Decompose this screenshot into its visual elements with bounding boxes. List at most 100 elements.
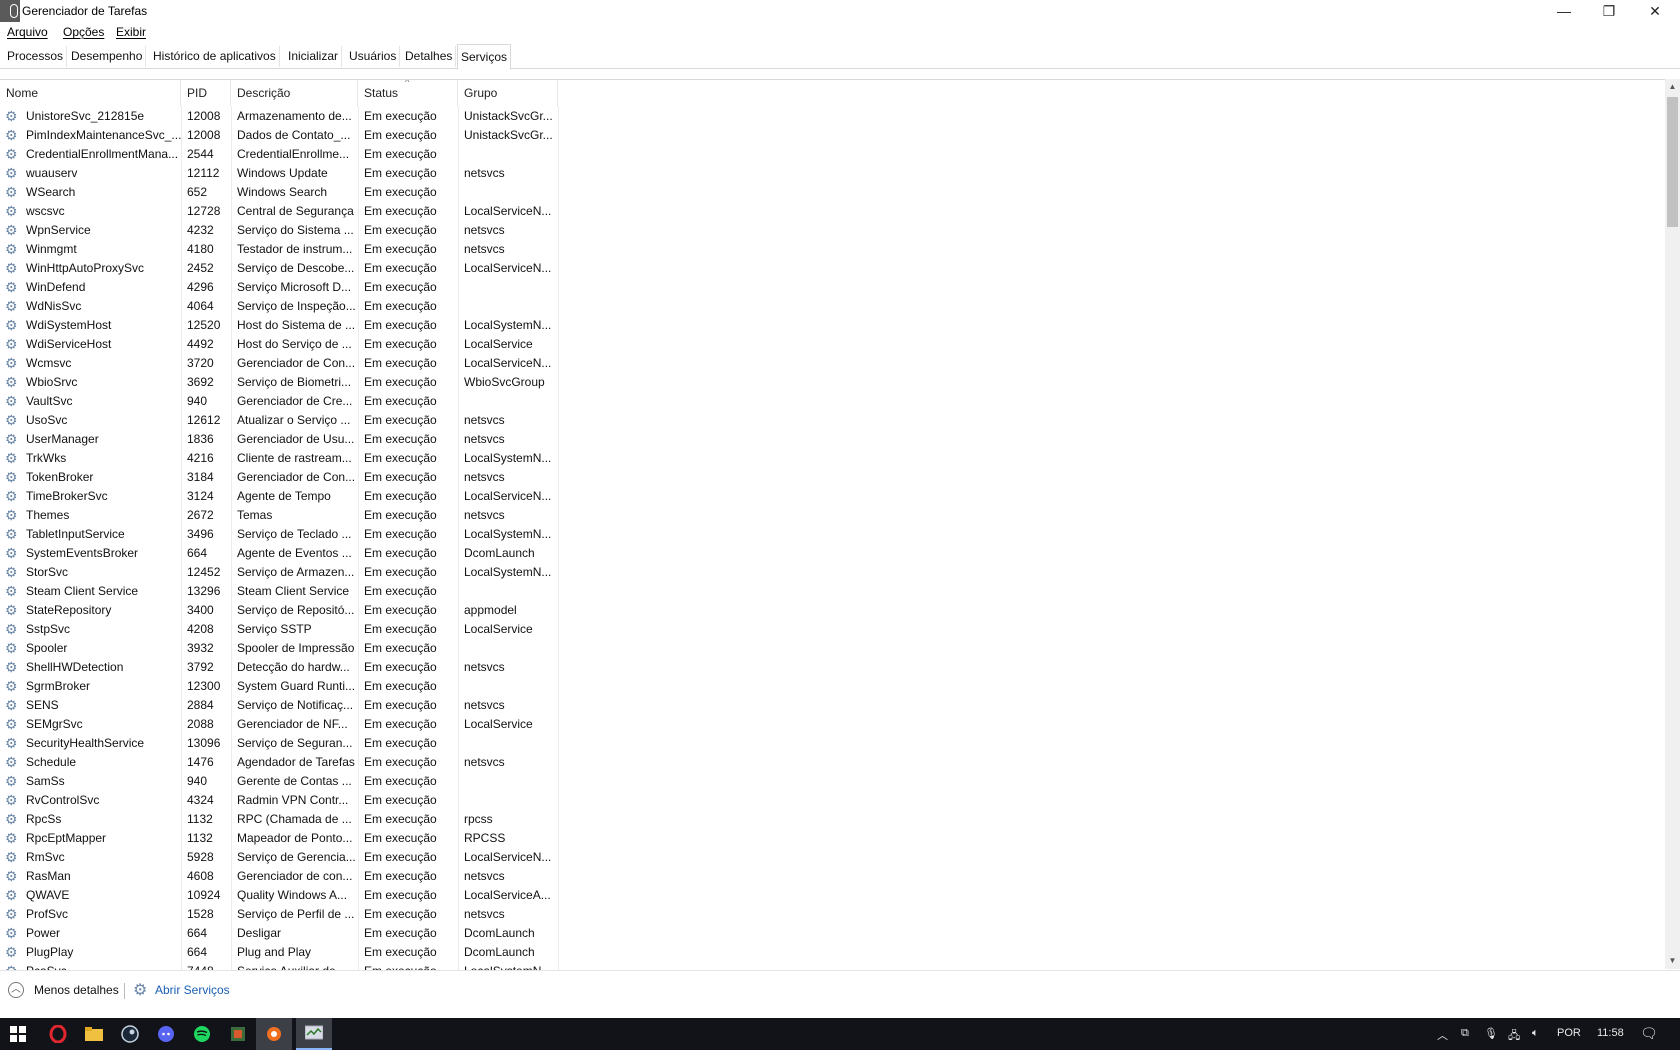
volume-icon[interactable]: 🔈︎ — [1532, 1027, 1539, 1040]
table-row[interactable]: ⚙ VaultSvc 940 Gerenciador de Cre... Em exec… — [0, 392, 1665, 411]
table-row[interactable]: ⚙ TrkWks 4216 Cliente de rastream... Em exec… — [0, 449, 1665, 468]
table-row[interactable]: ⚙ SamSs 940 Gerente de Contas ... Em execuçã… — [0, 772, 1665, 791]
cell-pid: 4324 — [187, 793, 214, 807]
table-row[interactable]: ⚙ TokenBroker 3184 Gerenciador de Con... Em … — [0, 468, 1665, 487]
table-row[interactable]: ⚙ Winmgmt 4180 Testador de instrum... Em exe… — [0, 240, 1665, 259]
table-row[interactable]: ⚙ WinHttpAutoProxySvc 2452 Serviço de Desco… — [0, 259, 1665, 278]
language-indicator[interactable]: POR — [1557, 1027, 1581, 1039]
cell-pid: 1476 — [187, 755, 214, 769]
cell-pid: 940 — [187, 394, 208, 408]
less-details-button[interactable]: Menos detalhes — [34, 983, 119, 997]
task-manager-taskbar-icon[interactable] — [296, 1018, 332, 1050]
minimize-button[interactable]: — — [1541, 0, 1587, 22]
table-row[interactable]: ⚙ SystemEventsBroker 664 Agente de Eventos … — [0, 544, 1665, 563]
restore-button[interactable]: ❐ — [1586, 0, 1632, 22]
table-row[interactable]: ⚙ RvControlSvc 4324 Radmin VPN Contr... Em e… — [0, 791, 1665, 810]
cell-grupo: netsvcs — [464, 698, 505, 712]
table-row[interactable]: ⚙ StorSvc 12452 Serviço de Armazen... Em exe… — [0, 563, 1665, 582]
table-row[interactable]: ⚙ WpnService 4232 Serviço do Sistema ... Em … — [0, 221, 1665, 240]
table-row[interactable]: ⚙ Schedule 1476 Agendador de Tarefas Em exec… — [0, 753, 1665, 772]
column-header-descricao[interactable]: Descrição — [231, 80, 358, 106]
table-row[interactable]: ⚙ ShellHWDetection 3792 Detecção do hardw..… — [0, 658, 1665, 677]
table-row[interactable]: ⚙ TimeBrokerSvc 3124 Agente de Tempo Em exec… — [0, 487, 1665, 506]
tab-detalhes[interactable]: Detalhes — [402, 46, 457, 67]
table-row[interactable]: ⚙ SEMgrSvc 2088 Gerenciador de NF... Em exec… — [0, 715, 1665, 734]
chevron-up-tray-icon[interactable]: ︿ — [1437, 1027, 1448, 1043]
table-row[interactable]: ⚙ RmSvc 5928 Serviço de Gerencia... Em execu… — [0, 848, 1665, 867]
notifications-icon[interactable]: 🗨︎ — [1640, 1025, 1658, 1042]
table-row[interactable]: ⚙ WSearch 652 Windows Search Em execução — [0, 183, 1665, 202]
table-row[interactable]: ⚙ SENS 2884 Serviço de Notificaç... Em execu… — [0, 696, 1665, 715]
tab-usuarios[interactable]: Usuários — [346, 46, 401, 67]
table-row[interactable]: ⚙ RpcEptMapper 1132 Mapeador de Ponto... Em … — [0, 829, 1665, 848]
cell-descricao: Atualizar o Serviço ... — [237, 413, 351, 427]
table-row[interactable]: ⚙ SstpSvc 4208 Serviço SSTP Em execução Local… — [0, 620, 1665, 639]
table-row[interactable]: ⚙PcaSvc7448Serviço Auxiliar de ...Em exe… — [0, 962, 1665, 970]
tab-desempenho[interactable]: Desempenho — [68, 46, 147, 67]
game-launcher-icon[interactable] — [220, 1018, 256, 1050]
table-row[interactable]: ⚙ wscsvc 12728 Central de Segurança Em execu… — [0, 202, 1665, 221]
column-header-nome[interactable]: Nome — [0, 80, 181, 106]
table-row[interactable]: ⚙ WbioSrvc 3692 Serviço de Biometri... Em ex… — [0, 373, 1665, 392]
cell-pid: 1836 — [187, 432, 214, 446]
cell-descricao: Desligar — [237, 926, 282, 940]
tab-inicializar[interactable]: Inicializar — [285, 46, 343, 67]
clock[interactable]: 11:58 — [1597, 1027, 1624, 1039]
table-row[interactable]: ⚙ PimIndexMaintenanceSvc_... 12008 Dados de… — [0, 126, 1665, 145]
app-icon-orange[interactable] — [256, 1018, 292, 1050]
task-manager-app-icon[interactable] — [0, 0, 20, 22]
table-row[interactable]: ⚙ WdNisSvc 4064 Serviço de Inspeção... Em ex… — [0, 297, 1665, 316]
device-icon[interactable]: ⧉ — [1461, 1027, 1469, 1040]
menu-arquivo[interactable]: Arquivo — [7, 25, 48, 39]
table-row[interactable]: ⚙ ProfSvc 1528 Serviço de Perfil de ... Em e… — [0, 905, 1665, 924]
table-row[interactable]: ⚙ RasMan 4608 Gerenciador de con... Em execu… — [0, 867, 1665, 886]
cell-pid: 664 — [187, 945, 208, 959]
table-row[interactable]: ⚙ wuauserv 12112 Windows Update Em execução n… — [0, 164, 1665, 183]
column-header-grupo[interactable]: Grupo — [458, 80, 558, 106]
microphone-icon[interactable]: 🎙︎ — [1484, 1027, 1498, 1040]
table-row[interactable]: ⚙ WdiServiceHost 4492 Host do Serviço de ..… — [0, 335, 1665, 354]
table-row[interactable]: ⚙ StateRepository 3400 Serviço de Repositó.… — [0, 601, 1665, 620]
services-gear-icon[interactable]: ⚙ — [133, 980, 147, 1000]
close-button[interactable]: ✕ — [1632, 0, 1678, 22]
table-row[interactable]: ⚙ UnistoreSvc_212815e 12008 Armazenamento d… — [0, 107, 1665, 126]
discord-icon[interactable] — [148, 1018, 184, 1050]
table-row[interactable]: ⚙ SgrmBroker 12300 System Guard Runti... Em … — [0, 677, 1665, 696]
table-row[interactable]: ⚙ QWAVE 10924 Quality Windows A... Em execuç… — [0, 886, 1665, 905]
tab-historico[interactable]: Histórico de aplicativos — [150, 46, 280, 67]
table-row[interactable]: ⚙ Power 664 Desligar Em execução DcomLaunch — [0, 924, 1665, 943]
cell-status: Em execução — [364, 356, 437, 370]
chevron-up-icon[interactable]: ︿ — [8, 982, 24, 998]
table-row[interactable]: ⚙ Themes 2672 Temas Em execução netsvcs — [0, 506, 1665, 525]
scroll-down-icon[interactable]: ▼ — [1665, 953, 1680, 969]
table-row[interactable]: ⚙ Wcmsvc 3720 Gerenciador de Con... Em execu… — [0, 354, 1665, 373]
table-row[interactable]: ⚙ UsoSvc 12612 Atualizar o Serviço ... Em ex… — [0, 411, 1665, 430]
service-gear-icon: ⚙ — [5, 127, 18, 143]
windows-start-icon[interactable] — [0, 1018, 36, 1050]
network-icon[interactable]: 🖧︎ — [1508, 1027, 1520, 1046]
service-gear-icon: ⚙ — [5, 374, 18, 390]
table-row[interactable]: ⚙ Spooler 3932 Spooler de Impressão Em execu… — [0, 639, 1665, 658]
table-row[interactable]: ⚙ WdiSystemHost 12520 Host do Sistema de ..… — [0, 316, 1665, 335]
opera-browser-icon[interactable] — [40, 1018, 76, 1050]
vertical-scrollbar[interactable]: ▲ ▼ — [1665, 79, 1680, 969]
scroll-up-icon[interactable]: ▲ — [1665, 79, 1680, 95]
file-explorer-icon[interactable] — [76, 1018, 112, 1050]
open-services-link[interactable]: Abrir Serviços — [155, 983, 230, 997]
table-row[interactable]: ⚙ PlugPlay 664 Plug and Play Em execução Dcom… — [0, 943, 1665, 962]
table-row[interactable]: ⚙ CredentialEnrollmentMana... 2544 Credenti… — [0, 145, 1665, 164]
table-row[interactable]: ⚙ WinDefend 4296 Serviço Microsoft D... Em e… — [0, 278, 1665, 297]
scroll-thumb[interactable] — [1667, 97, 1678, 227]
table-row[interactable]: ⚙ RpcSs 1132 RPC (Chamada de ... Em execução… — [0, 810, 1665, 829]
table-row[interactable]: ⚙ SecurityHealthService 13096 Serviço de Se… — [0, 734, 1665, 753]
tab-processos[interactable]: Processos — [4, 46, 68, 67]
table-row[interactable]: ⚙ UserManager 1836 Gerenciador de Usu... Em … — [0, 430, 1665, 449]
menu-opcoes[interactable]: Opções — [63, 25, 104, 39]
column-header-pid[interactable]: PID — [181, 80, 231, 106]
menu-exibir[interactable]: Exibir — [116, 25, 146, 39]
spotify-icon[interactable] — [184, 1018, 220, 1050]
steam-icon[interactable] — [112, 1018, 148, 1050]
table-row[interactable]: ⚙ Steam Client Service 13296 Steam Client S… — [0, 582, 1665, 601]
tab-servicos[interactable]: Serviços — [457, 44, 512, 70]
table-row[interactable]: ⚙ TabletInputService 3496 Serviço de Teclad… — [0, 525, 1665, 544]
